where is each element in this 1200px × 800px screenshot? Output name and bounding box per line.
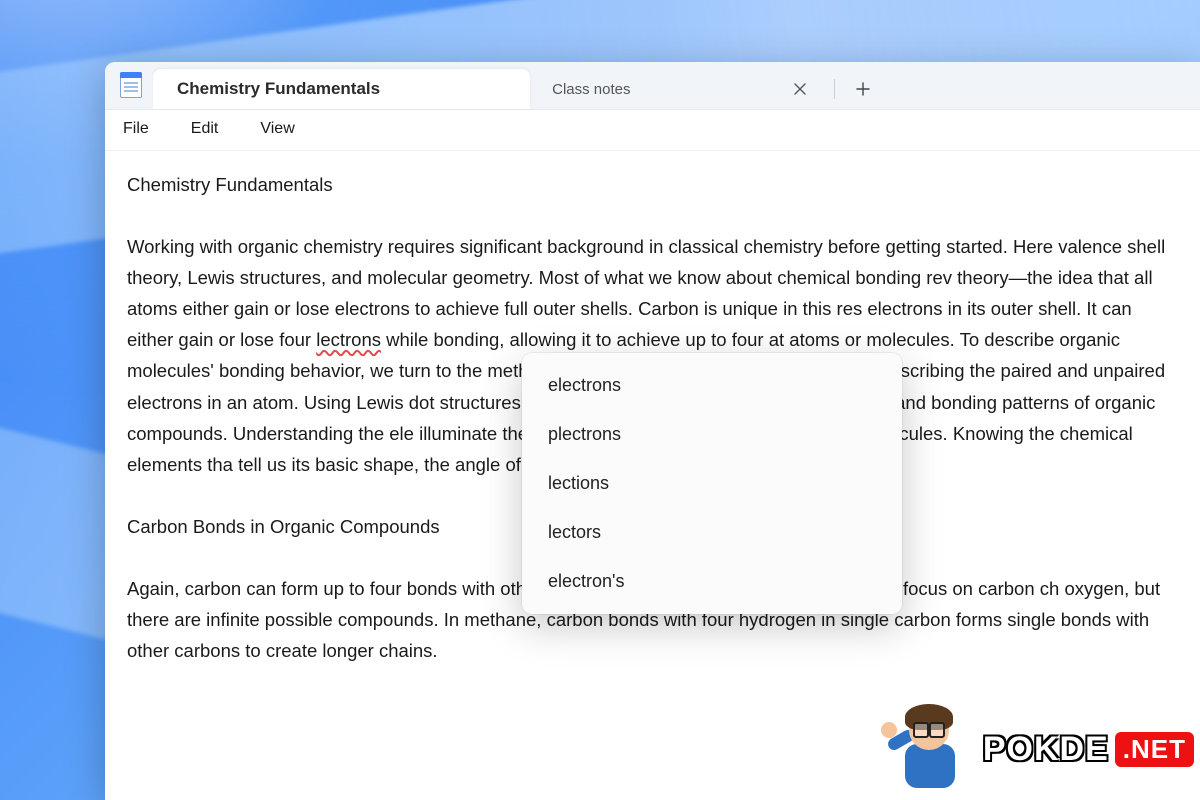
tab-inactive[interactable]: Class notes	[530, 69, 830, 109]
notepad-icon	[120, 72, 142, 98]
menu-file[interactable]: File	[123, 120, 149, 138]
spellcheck-menu: electrons plectrons lections lectors ele…	[522, 353, 902, 614]
suggestion-item[interactable]: electron's	[522, 557, 902, 606]
misspelled-word[interactable]: lectrons	[316, 329, 381, 350]
tab-active[interactable]: Chemistry Fundamentals	[153, 69, 530, 109]
new-tab-button[interactable]	[845, 71, 881, 107]
mascot-icon	[887, 704, 977, 794]
watermark-tld: .NET	[1115, 732, 1194, 767]
titlebar: Chemistry Fundamentals Class notes	[105, 62, 1200, 110]
menu-edit[interactable]: Edit	[191, 120, 219, 138]
tab-divider	[834, 79, 835, 99]
close-icon[interactable]	[788, 77, 812, 101]
suggestion-item[interactable]: lectors	[522, 508, 902, 557]
suggestion-item[interactable]: lections	[522, 459, 902, 508]
suggestion-item[interactable]: plectrons	[522, 410, 902, 459]
watermark: POKDE.NET	[887, 704, 1194, 794]
menu-view[interactable]: View	[260, 120, 294, 138]
tab-inactive-title: Class notes	[552, 81, 630, 98]
tab-active-title: Chemistry Fundamentals	[177, 79, 380, 99]
suggestion-item[interactable]: electrons	[522, 361, 902, 410]
watermark-brand: POKDE	[983, 730, 1109, 769]
doc-heading: Chemistry Fundamentals	[127, 169, 1178, 200]
menubar: File Edit View	[105, 110, 1200, 151]
app-icon	[117, 71, 145, 99]
